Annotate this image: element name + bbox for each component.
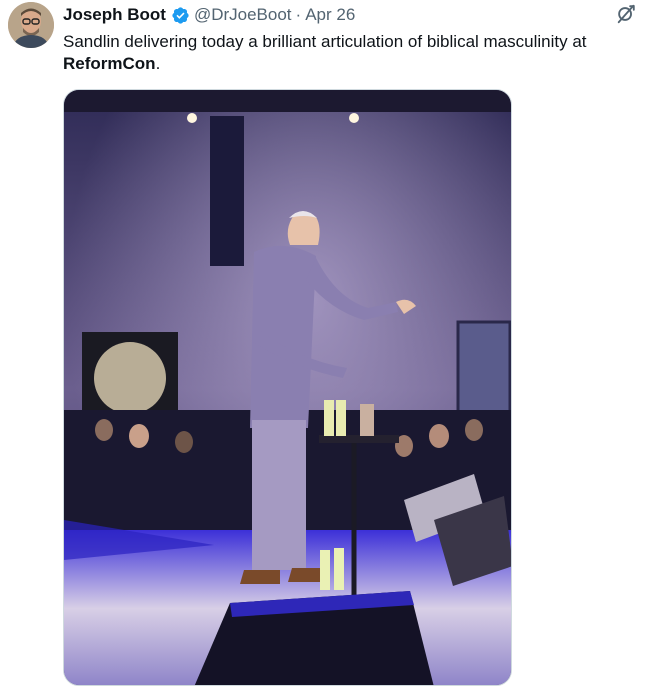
photo-image (64, 90, 511, 685)
tweet-photo[interactable] (63, 89, 512, 686)
tweet-text-end: . (155, 54, 161, 73)
tweet-header: Joseph Boot @DrJoeBoot · Apr 26 (63, 4, 355, 26)
tweet-text-bold[interactable]: ReformCon (63, 54, 156, 73)
avatar-photo (8, 2, 54, 48)
tweet-text-body: Sandlin delivering today a brilliant art… (63, 32, 587, 51)
tweet[interactable]: Joseph Boot @DrJoeBoot · Apr 26 Sandlin … (0, 0, 651, 697)
separator-dot: · (295, 5, 302, 24)
avatar[interactable] (8, 2, 54, 48)
tweet-text: Sandlin delivering today a brilliant art… (63, 31, 633, 75)
verified-badge-icon (172, 6, 189, 24)
author-handle[interactable]: @DrJoeBoot (194, 5, 292, 25)
tweet-date[interactable]: Apr 26 (305, 5, 355, 25)
author-name[interactable]: Joseph Boot (63, 5, 166, 25)
grok-icon[interactable] (615, 3, 637, 25)
